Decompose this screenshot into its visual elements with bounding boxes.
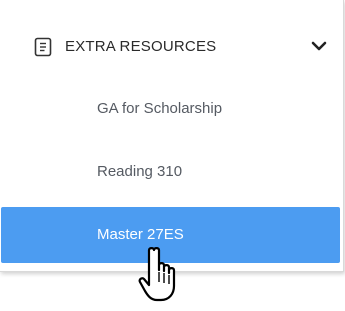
chevron-down-icon[interactable] — [309, 40, 329, 54]
menu-item-label: Reading 310 — [97, 163, 183, 180]
menu-item-label: Master 27ES — [97, 226, 184, 243]
menu-item-label: GA for Scholarship — [97, 100, 223, 117]
hand-pointer-icon — [137, 246, 187, 306]
clipboard-list-icon — [34, 37, 52, 57]
section-title: EXTRA RESOURCES — [65, 38, 217, 55]
menu-item-ga-for-scholarship[interactable]: GA for Scholarship — [0, 83, 343, 135]
extra-resources-header[interactable]: EXTRA RESOURCES — [0, 20, 343, 75]
menu-item-reading-310[interactable]: Reading 310 — [0, 146, 343, 198]
sidebar-submenu-panel: EXTRA RESOURCES GA for Scholarship Readi… — [0, 0, 344, 272]
